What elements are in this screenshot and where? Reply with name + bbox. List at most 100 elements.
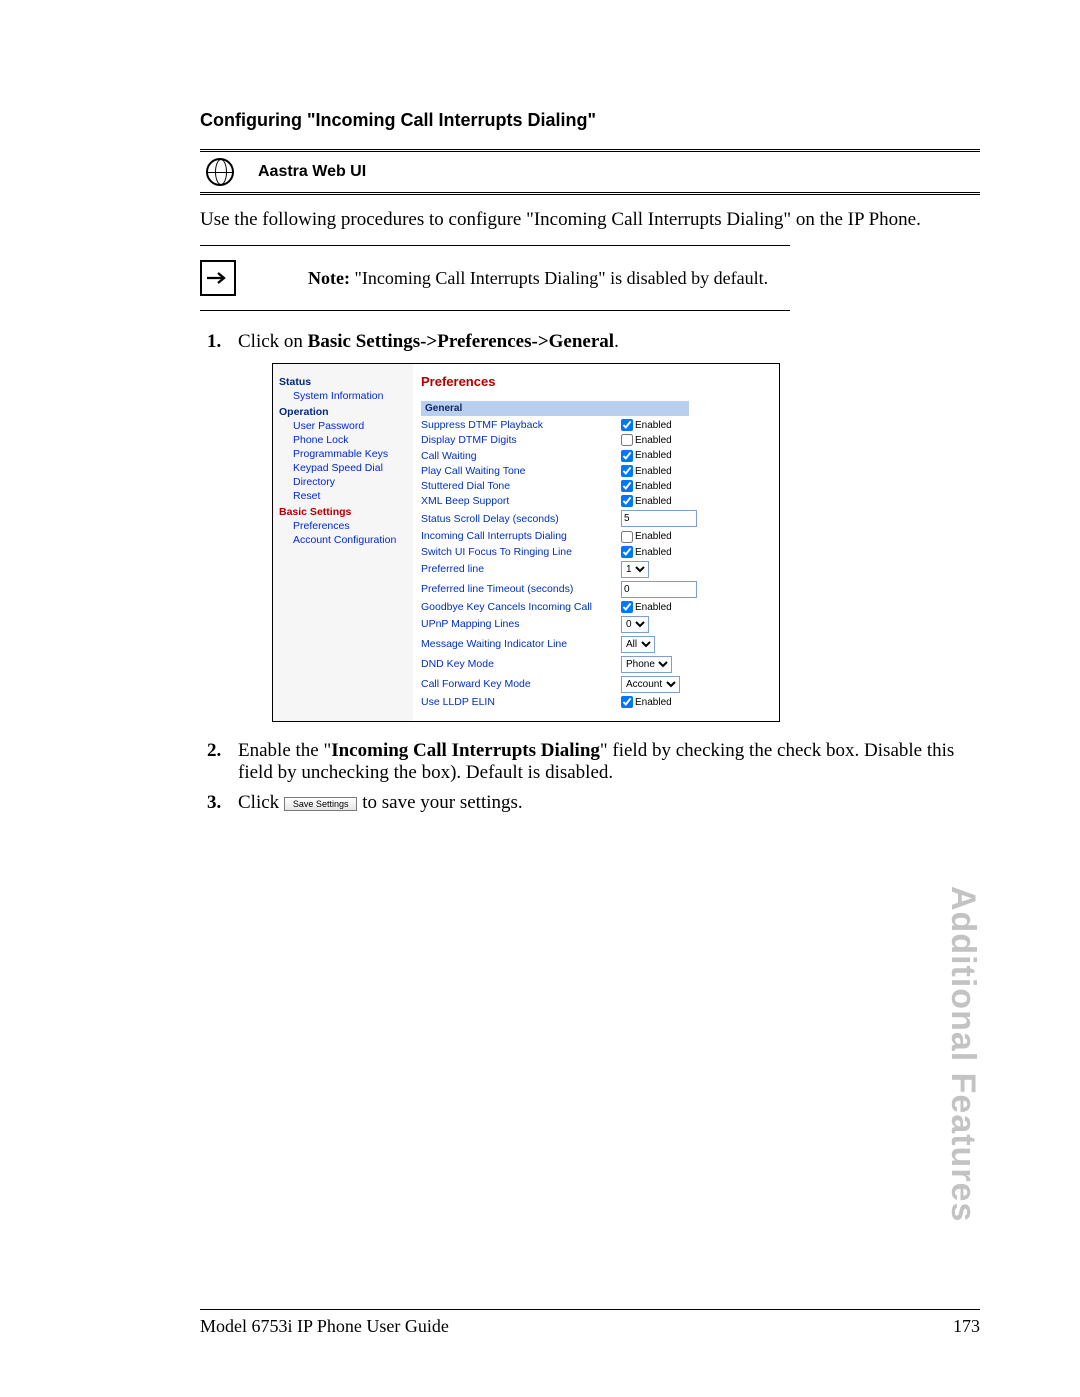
settings-row: UPnP Mapping Lines0: [421, 616, 771, 633]
settings-row: DND Key ModePhone: [421, 656, 771, 673]
settings-row: Play Call Waiting Tone Enabled: [421, 465, 771, 477]
settings-row-control: Enabled: [621, 449, 672, 461]
settings-row: Status Scroll Delay (seconds): [421, 510, 771, 527]
section-title: Configuring "Incoming Call Interrupts Di…: [200, 110, 980, 131]
note-box: Note: "Incoming Call Interrupts Dialing"…: [200, 245, 790, 311]
settings-row-control: All: [621, 636, 655, 653]
settings-row-control: Enabled: [621, 530, 672, 542]
sidebar-item-directory[interactable]: Directory: [293, 476, 407, 488]
enabled-label: Enabled: [635, 547, 672, 558]
settings-row-control: 0: [621, 616, 649, 633]
settings-row-control: [621, 581, 697, 598]
settings-row-control: Enabled: [621, 465, 672, 477]
settings-row-control: 1: [621, 561, 649, 578]
step-1: Click on Basic Settings->Preferences->Ge…: [226, 331, 980, 722]
settings-row: Message Waiting Indicator LineAll: [421, 636, 771, 653]
note-label: Note:: [308, 268, 350, 288]
save-settings-button[interactable]: Save Settings: [284, 797, 358, 811]
side-thumb-tab: Additional Features: [943, 886, 982, 1222]
sidebar-cat-status: Status: [279, 376, 407, 388]
sidebar-cat-basic-settings: Basic Settings: [279, 506, 407, 518]
settings-row-control: Enabled: [621, 696, 672, 708]
main-panel: Preferences General Suppress DTMF Playba…: [413, 364, 779, 721]
intro-paragraph: Use the following procedures to configur…: [200, 209, 980, 231]
enabled-label: Enabled: [635, 496, 672, 507]
note-body: "Incoming Call Interrupts Dialing" is di…: [354, 268, 768, 288]
settings-row-label: Switch UI Focus To Ringing Line: [421, 546, 621, 558]
settings-row-label: XML Beep Support: [421, 495, 621, 507]
select-input[interactable]: Phone: [621, 656, 672, 673]
select-input[interactable]: All: [621, 636, 655, 653]
step-1-prefix: Click on: [238, 331, 308, 352]
sidebar-item-account-configuration[interactable]: Account Configuration: [293, 534, 407, 546]
enabled-checkbox[interactable]: [621, 601, 633, 613]
settings-row-label: Incoming Call Interrupts Dialing: [421, 530, 621, 542]
enabled-checkbox[interactable]: [621, 531, 633, 543]
settings-row-label: Preferred line Timeout (seconds): [421, 583, 621, 595]
settings-row-label: Status Scroll Delay (seconds): [421, 513, 621, 525]
settings-row-control: Enabled: [621, 601, 672, 613]
sidebar-item-phone-lock[interactable]: Phone Lock: [293, 434, 407, 446]
settings-row-control: Phone: [621, 656, 672, 673]
settings-row-control: Enabled: [621, 480, 672, 492]
enabled-checkbox[interactable]: [621, 696, 633, 708]
settings-row: Preferred line1: [421, 561, 771, 578]
page: Configuring "Incoming Call Interrupts Di…: [0, 0, 1080, 1397]
settings-row-control: Enabled: [621, 419, 672, 431]
settings-row-label: Call Forward Key Mode: [421, 678, 621, 690]
settings-row: Goodbye Key Cancels Incoming Call Enabled: [421, 601, 771, 613]
enabled-checkbox[interactable]: [621, 495, 633, 507]
settings-row: Incoming Call Interrupts DialingEnabled: [421, 530, 771, 542]
settings-row-label: Preferred line: [421, 563, 621, 575]
titlebar: Aastra Web UI: [200, 149, 980, 195]
enabled-label: Enabled: [635, 481, 672, 492]
globe-icon: [206, 158, 234, 186]
note-arrow-icon: [200, 260, 236, 296]
sidebar-item-reset[interactable]: Reset: [293, 490, 407, 502]
sidebar-item-programmable-keys[interactable]: Programmable Keys: [293, 448, 407, 460]
settings-row-label: Message Waiting Indicator Line: [421, 638, 621, 650]
settings-row: Display DTMF DigitsEnabled: [421, 434, 771, 446]
sidebar-item-keypad-speed-dial[interactable]: Keypad Speed Dial: [293, 462, 407, 474]
sidebar-item-user-password[interactable]: User Password: [293, 420, 407, 432]
settings-row-label: Use LLDP ELIN: [421, 696, 621, 708]
enabled-checkbox[interactable]: [621, 434, 633, 446]
select-input[interactable]: 0: [621, 616, 649, 633]
enabled-label: Enabled: [635, 602, 672, 613]
enabled-checkbox[interactable]: [621, 465, 633, 477]
settings-row-label: Stuttered Dial Tone: [421, 480, 621, 492]
enabled-checkbox[interactable]: [621, 480, 633, 492]
settings-row-label: Play Call Waiting Tone: [421, 465, 621, 477]
step-3-prefix: Click: [238, 792, 284, 813]
step-2-prefix: Enable the ": [238, 740, 331, 761]
footer-left: Model 6753i IP Phone User Guide: [200, 1316, 449, 1337]
settings-row: Call WaitingEnabled: [421, 449, 771, 461]
settings-row-label: DND Key Mode: [421, 658, 621, 670]
settings-row: Switch UI Focus To Ringing Line Enabled: [421, 546, 771, 558]
enabled-label: Enabled: [635, 697, 672, 708]
settings-row-label: Display DTMF Digits: [421, 434, 621, 446]
step-1-suffix: .: [614, 331, 619, 352]
settings-row: Stuttered Dial Tone Enabled: [421, 480, 771, 492]
sidebar: Status System Information Operation User…: [273, 364, 413, 721]
settings-row-label: Goodbye Key Cancels Incoming Call: [421, 601, 621, 613]
settings-row-label: Call Waiting: [421, 450, 621, 462]
step-2: Enable the "Incoming Call Interrupts Dia…: [226, 740, 980, 784]
settings-row-control: Account: [621, 676, 680, 693]
select-input[interactable]: Account: [621, 676, 680, 693]
sidebar-item-system-information[interactable]: System Information: [293, 390, 407, 402]
text-input[interactable]: [621, 581, 697, 598]
enabled-checkbox[interactable]: [621, 546, 633, 558]
enabled-checkbox[interactable]: [621, 419, 633, 431]
footer: Model 6753i IP Phone User Guide 173: [200, 1309, 980, 1337]
settings-row-control: [621, 510, 697, 527]
sidebar-item-preferences[interactable]: Preferences: [293, 520, 407, 532]
select-input[interactable]: 1: [621, 561, 649, 578]
text-input[interactable]: [621, 510, 697, 527]
enabled-label: Enabled: [635, 466, 672, 477]
settings-row: Preferred line Timeout (seconds): [421, 581, 771, 598]
enabled-checkbox[interactable]: [621, 450, 633, 462]
settings-row: Use LLDP ELIN Enabled: [421, 696, 771, 708]
settings-row: XML Beep Support Enabled: [421, 495, 771, 507]
settings-row-control: Enabled: [621, 546, 672, 558]
